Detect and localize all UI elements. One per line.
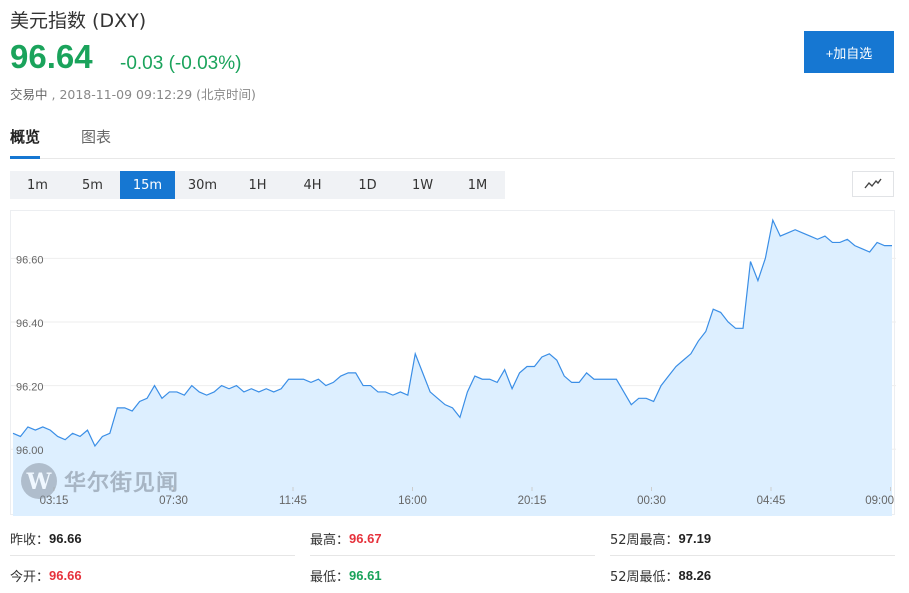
stat-52w-high: 52周最高： 97.19 [610,522,895,556]
stat-value: 96.67 [349,531,382,546]
timestamp: 2018-11-09 09:12:29 (北京时间) [59,87,256,102]
interval-1mo[interactable]: 1M [450,171,505,199]
interval-1h[interactable]: 1H [230,171,285,199]
interval-15m[interactable]: 15m [120,171,175,199]
y-tick-label: 96.20 [16,382,44,394]
line-chart-icon [864,178,882,189]
x-tick-label: 09:00 [865,495,894,507]
wallstreetcn-w-logo-icon: W [21,463,57,499]
status-text: 交易中 [10,87,48,102]
stat-52w-low: 52周最低： 88.26 [610,558,895,592]
y-tick-label: 96.00 [16,445,44,457]
x-tick-label: 11:45 [279,495,307,507]
current-price: 96.64 [10,38,93,75]
stat-value: 96.66 [49,531,82,546]
stat-label: 昨收： [10,533,50,548]
x-tick-label: 04:45 [757,495,786,507]
stat-value: 97.19 [678,531,712,546]
chart-type-button[interactable] [852,171,894,197]
interval-1w[interactable]: 1W [395,171,450,199]
tab-chart[interactable]: 图表 [81,126,111,159]
stat-label: 52周最低： [610,569,679,585]
interval-selector: 1m 5m 15m 30m 1H 4H 1D 1W 1M [10,171,505,199]
interval-1m[interactable]: 1m [10,171,65,199]
tab-overview[interactable]: 概览 [10,126,41,159]
price-change: -0.03 (-0.03%) [120,53,242,74]
stat-value: 88.26 [678,567,712,583]
trading-status: 交易中 , 2018-11-09 09:12:29 (北京时间) [10,87,256,102]
stat-value: 96.66 [49,567,82,583]
stat-label: 今开： [10,569,50,585]
x-tick-label: 00:30 [637,495,666,507]
interval-4h[interactable]: 4H [285,171,340,199]
stat-value: 96.61 [349,567,382,583]
interval-30m[interactable]: 30m [175,171,230,199]
watermark: W 华尔街见闻 [20,462,179,500]
interval-5m[interactable]: 5m [65,171,120,199]
stat-label: 最高： [310,533,350,548]
stat-low: 最低： 96.61 [310,558,595,592]
stat-prev-close: 昨收： 96.66 [10,522,295,556]
x-tick-label: 20:15 [518,495,547,507]
y-tick-label: 96.60 [16,254,44,266]
stat-label: 最低： [310,569,350,585]
interval-1d[interactable]: 1D [340,171,395,199]
stat-open: 今开： 96.66 [10,558,295,592]
stat-label: 52周最高： [610,533,679,548]
stat-high: 最高： 96.67 [310,522,595,556]
x-tick-label: 16:00 [398,495,427,507]
y-tick-label: 96.40 [16,318,44,330]
watermark-text: 华尔街见闻 [64,470,180,496]
tab-bar: 概览 图表 [10,126,895,159]
add-to-watchlist-button[interactable]: +加自选 [804,31,894,73]
page-title: 美元指数 (DXY) [10,10,147,32]
svg-text:W: W [26,469,52,495]
